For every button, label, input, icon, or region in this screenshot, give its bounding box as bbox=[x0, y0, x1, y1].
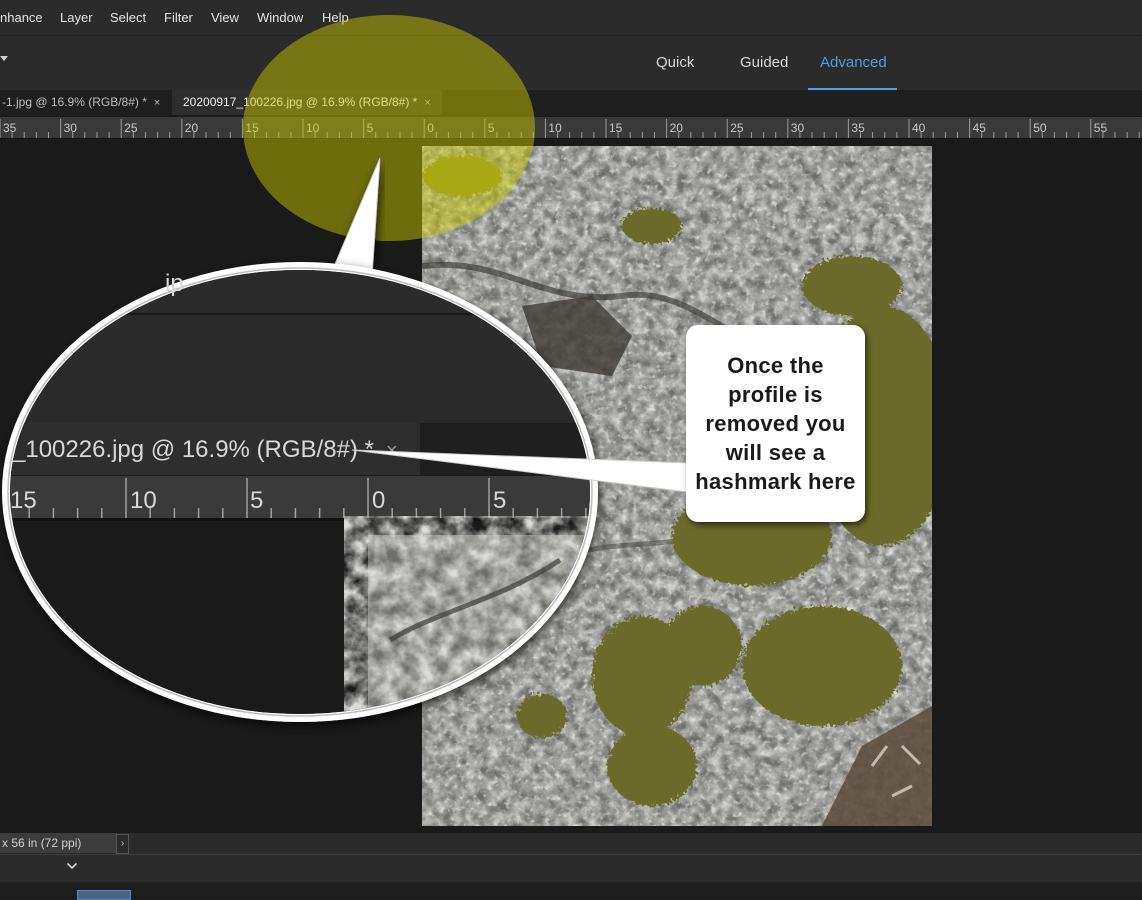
magnifier-overlay: ip _100226.jpg @ 16.9% (RGB/8#) * × 15 1… bbox=[2, 157, 689, 722]
zoom-ruler-label: 10 bbox=[130, 487, 157, 514]
annotation-callout: Once the profile is removed you will see… bbox=[686, 325, 865, 522]
callout-text: Once the profile is removed you will see… bbox=[695, 353, 856, 494]
zoom-ruler-label: 5 bbox=[250, 487, 263, 514]
zoom-ruler-label: 0 bbox=[372, 487, 385, 514]
zoom-menu-fragment: ip bbox=[165, 270, 184, 297]
zoom-ruler-label: 5 bbox=[493, 487, 506, 514]
zoom-ruler-label: 15 bbox=[10, 487, 37, 514]
zoom-tab-label: _100226.jpg @ 16.9% (RGB/8#) * bbox=[11, 436, 374, 463]
